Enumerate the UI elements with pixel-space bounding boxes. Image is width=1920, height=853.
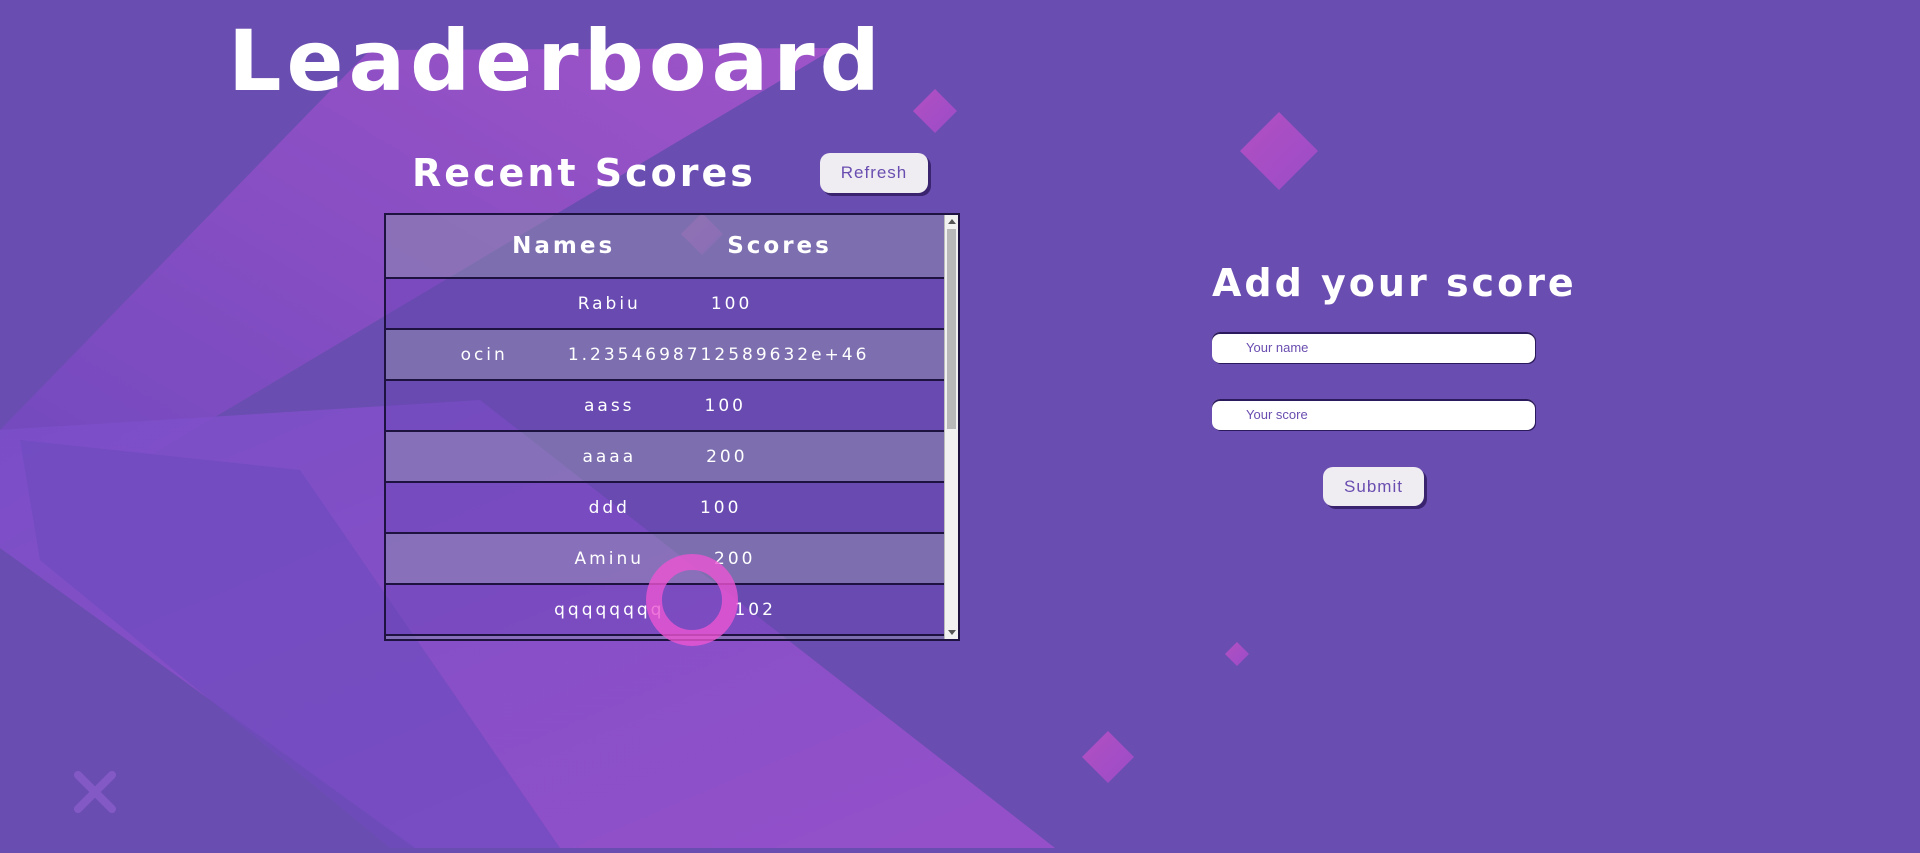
- table-row: Rabiu 100: [386, 279, 958, 330]
- background-decoration: [0, 48, 1318, 848]
- scroll-down-arrow-icon[interactable]: [948, 630, 956, 635]
- score-input[interactable]: [1212, 399, 1535, 430]
- row-score: 102: [734, 599, 776, 620]
- row-score: 200: [706, 446, 748, 467]
- row-name: Aminu: [574, 548, 644, 569]
- scores-column-header: Scores: [727, 233, 832, 259]
- row-score: 100: [710, 293, 753, 314]
- names-column-header: Names: [512, 233, 616, 259]
- row-score: 100: [699, 497, 742, 518]
- row-name: ddd: [588, 497, 630, 518]
- name-input[interactable]: [1212, 332, 1535, 363]
- recent-scores-heading: Recent Scores: [412, 151, 756, 195]
- table-row: aass 100: [386, 381, 958, 432]
- row-score: 100: [704, 395, 746, 416]
- table-row: ocin 1.2354698712589632e+46: [386, 330, 958, 381]
- refresh-button[interactable]: Refresh: [820, 153, 928, 193]
- table-header: Names Scores: [386, 215, 958, 279]
- row-name: ocin: [460, 344, 508, 365]
- table-scrollbar[interactable]: [944, 215, 958, 639]
- row-name: Rabiu: [577, 293, 641, 314]
- ring-decoration: [646, 554, 738, 646]
- add-score-heading: Add your score: [1212, 261, 1577, 305]
- scroll-up-arrow-icon[interactable]: [948, 219, 956, 224]
- table-row: aaaa 200: [386, 432, 958, 483]
- row-score: 1.2354698712589632e+46: [567, 344, 870, 365]
- scroll-thumb[interactable]: [947, 229, 956, 429]
- row-name: aaaa: [582, 446, 637, 467]
- row-name: aass: [583, 395, 635, 416]
- table-row: ddd 100: [386, 483, 958, 534]
- submit-button[interactable]: Submit: [1323, 467, 1424, 506]
- page-title: Leaderboard: [228, 12, 885, 110]
